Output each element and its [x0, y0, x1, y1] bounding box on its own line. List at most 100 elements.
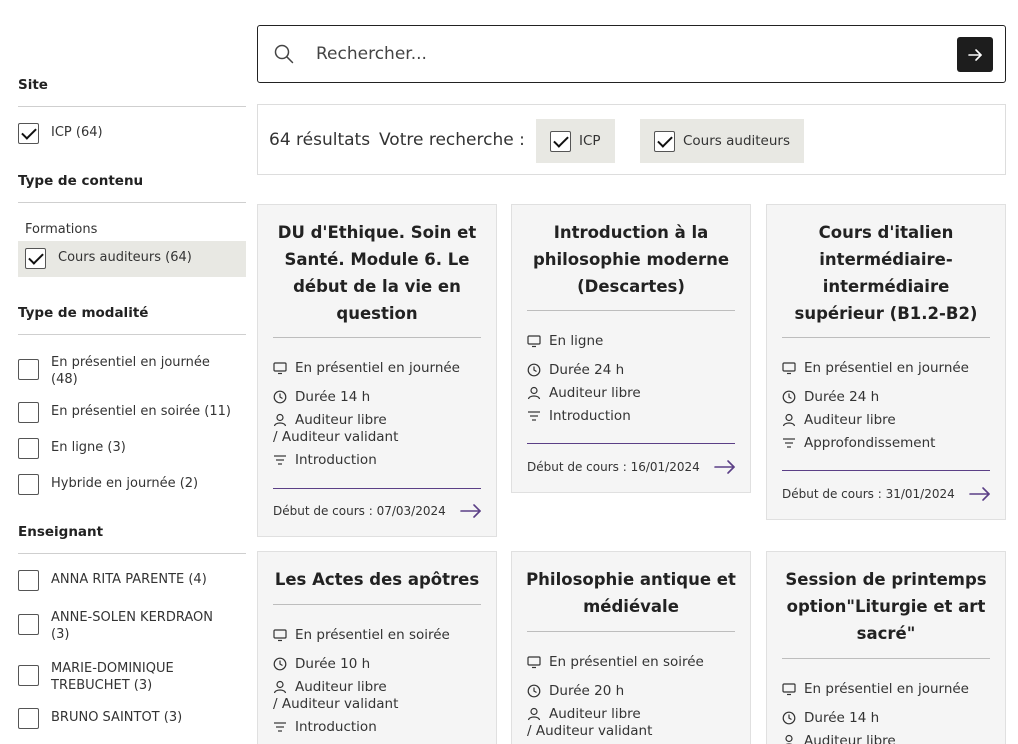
filter-enseignant-2[interactable]: ANNE-SOLEN KERDRAON (3) [18, 608, 246, 643]
clock-icon [527, 363, 541, 377]
course-title[interactable]: Les Actes des apôtres [272, 566, 482, 593]
divider [782, 470, 990, 471]
divider [18, 553, 246, 554]
course-duree: Durée 14 h [782, 710, 879, 726]
user-icon [782, 734, 796, 744]
course-public-extra: / Auditeur validant [527, 723, 653, 739]
course-niveau: Introduction [527, 408, 631, 424]
course-modalite: En présentiel en soirée [273, 627, 450, 643]
course-start-date: Début de cours : 16/01/2024 [527, 460, 700, 474]
checkbox[interactable] [18, 614, 39, 635]
course-card[interactable]: Introduction à la philosophie moderne (D… [511, 204, 751, 493]
active-filter-chip-cours-auditeurs[interactable]: Cours auditeurs [640, 119, 805, 163]
course-public: Auditeur libre [782, 412, 896, 428]
course-public: Auditeur libre [782, 733, 896, 744]
filter-label: BRUNO SAINTOT (3) [51, 710, 183, 725]
course-title[interactable]: Cours d'italien intermédiaire-intermédia… [781, 219, 991, 327]
filter-title-type-contenu: Type de contenu [18, 173, 144, 189]
filter-cours-auditeurs[interactable]: Cours auditeurs (64) [25, 248, 253, 269]
course-duree: Durée 24 h [782, 389, 879, 405]
course-modalite: En présentiel en journée [782, 360, 969, 376]
checkbox[interactable] [18, 570, 39, 591]
checkbox[interactable] [18, 359, 39, 380]
clock-icon [527, 684, 541, 698]
filter-label: MARIE-DOMINIQUE TREBUCHET (3) [51, 661, 174, 693]
monitor-icon [782, 362, 796, 375]
level-icon [782, 438, 796, 448]
filter-label: ICP (64) [51, 125, 103, 140]
checkbox[interactable] [18, 402, 39, 423]
divider [18, 202, 246, 203]
course-public-extra: / Auditeur validant [273, 429, 399, 445]
course-start-date: Début de cours : 31/01/2024 [782, 487, 955, 501]
search-input[interactable] [316, 40, 916, 68]
course-title[interactable]: DU d'Ethique. Soin et Santé. Module 6. L… [272, 219, 482, 327]
divider [527, 310, 735, 311]
arrow-right-icon [968, 48, 982, 61]
divider [18, 106, 246, 107]
filter-modalite-presentiel-journee[interactable]: En présentiel en journée (48) [18, 353, 246, 388]
course-niveau: Introduction [273, 719, 377, 735]
divider [527, 631, 735, 632]
course-duree: Durée 10 h [273, 656, 370, 672]
course-modalite: En présentiel en journée [782, 681, 969, 697]
search-icon [274, 44, 294, 64]
user-icon [527, 386, 541, 400]
checkbox[interactable] [18, 708, 39, 729]
course-card[interactable]: Les Actes des apôtres En présentiel en s… [257, 551, 497, 744]
divider [273, 604, 481, 605]
divider [18, 334, 246, 335]
search-submit-button[interactable] [957, 37, 993, 72]
chip-label: Cours auditeurs [683, 133, 791, 149]
search-summary-label: Votre recherche : [379, 130, 525, 150]
course-title[interactable]: Session de printemps option"Liturgie et … [781, 566, 991, 647]
clock-icon [273, 390, 287, 404]
course-title[interactable]: Introduction à la philosophie moderne (D… [526, 219, 736, 300]
checkbox[interactable] [18, 665, 39, 686]
filter-enseignant-3[interactable]: MARIE-DOMINIQUE TREBUCHET (3) [18, 659, 246, 694]
filter-label: Cours auditeurs (64) [58, 250, 192, 265]
arrow-right-icon[interactable] [714, 459, 736, 475]
filter-enseignant-4[interactable]: BRUNO SAINTOT (3) [18, 708, 246, 729]
course-card[interactable]: Cours d'italien intermédiaire-intermédia… [766, 204, 1006, 520]
filter-title-enseignant: Enseignant [18, 524, 104, 540]
checkbox-checked[interactable] [25, 248, 46, 269]
checkbox-checked[interactable] [550, 130, 571, 152]
course-start-date: Début de cours : 07/03/2024 [273, 504, 446, 518]
checkbox[interactable] [18, 474, 39, 495]
course-modalite: En présentiel en soirée [527, 654, 704, 670]
course-duree: Durée 24 h [527, 362, 624, 378]
arrow-right-icon[interactable] [460, 503, 482, 519]
course-public: Auditeur libre [527, 706, 641, 722]
results-count: 64 résultats [269, 130, 371, 150]
filter-site-icp[interactable]: ICP (64) [18, 123, 246, 144]
course-public: Auditeur libre [527, 385, 641, 401]
course-public: Auditeur libre [273, 679, 387, 695]
user-icon [273, 413, 287, 427]
course-title[interactable]: Philosophie antique et médiévale [526, 566, 736, 620]
filter-modalite-hybride[interactable]: Hybride en journée (2) [18, 474, 246, 495]
filter-title-modalite: Type de modalité [18, 305, 149, 321]
clock-icon [782, 390, 796, 404]
checkbox-checked[interactable] [18, 123, 39, 144]
course-card[interactable]: DU d'Ethique. Soin et Santé. Module 6. L… [257, 204, 497, 537]
filter-title-site: Site [18, 77, 48, 93]
filter-label: En présentiel en soirée (11) [51, 404, 231, 419]
filter-label: Hybride en journée (2) [51, 476, 199, 491]
checkbox-checked[interactable] [654, 130, 675, 152]
course-card[interactable]: Session de printemps option"Liturgie et … [766, 551, 1006, 744]
course-card[interactable]: Philosophie antique et médiévale En prés… [511, 551, 751, 744]
arrow-right-icon[interactable] [969, 486, 991, 502]
filter-group-formations: Formations [25, 222, 98, 237]
active-filter-chip-icp[interactable]: ICP [536, 119, 615, 163]
filter-modalite-en-ligne[interactable]: En ligne (3) [18, 438, 246, 459]
course-public-extra: / Auditeur validant [273, 696, 399, 712]
filter-modalite-presentiel-soiree[interactable]: En présentiel en soirée (11) [18, 402, 246, 423]
filter-label: ANNA RITA PARENTE (4) [51, 572, 207, 587]
level-icon [273, 722, 287, 732]
checkbox[interactable] [18, 438, 39, 459]
monitor-icon [273, 629, 287, 642]
divider [273, 337, 481, 338]
filter-enseignant-1[interactable]: ANNA RITA PARENTE (4) [18, 570, 246, 591]
divider [527, 443, 735, 444]
